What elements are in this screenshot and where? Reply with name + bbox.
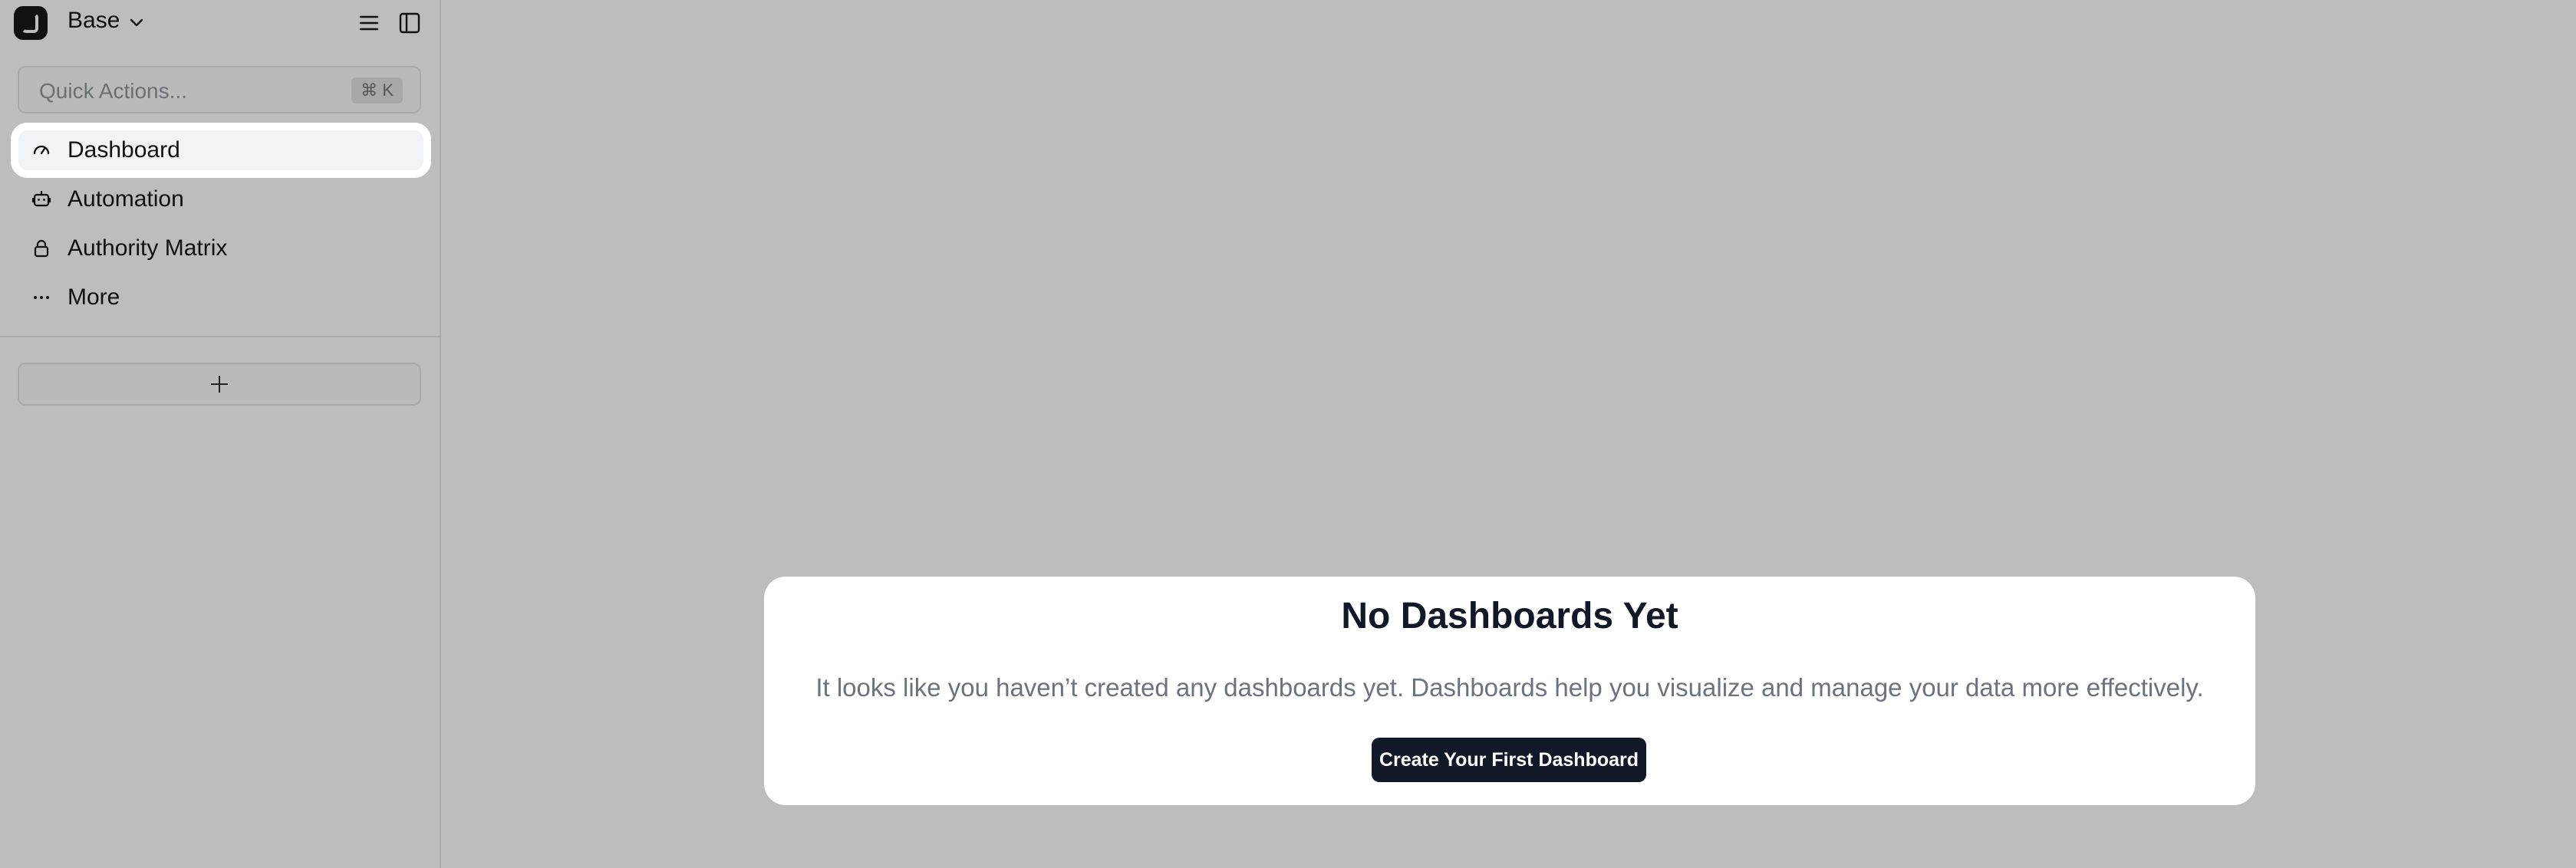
sidebar-toggle-icon[interactable] — [397, 11, 422, 35]
quick-actions-placeholder: Quick Actions... — [39, 79, 187, 103]
more-horizontal-icon — [34, 296, 49, 299]
sidebar-item-label: Authority Matrix — [68, 235, 228, 261]
sidebar-item-label: Automation — [68, 186, 184, 212]
lock-icon — [34, 239, 49, 258]
sidebar-divider — [0, 336, 440, 337]
sidebar-header: Base — [0, 0, 440, 46]
sidebar-item-label: More — [68, 284, 120, 310]
empty-state-description: It looks like you haven’t created any da… — [815, 673, 2204, 702]
list-icon[interactable] — [357, 12, 380, 34]
chevron-down-icon[interactable] — [127, 14, 146, 32]
sidebar-item-label: Dashboard — [68, 137, 180, 163]
quick-actions-search[interactable]: Quick Actions... ⌘ K — [18, 66, 421, 113]
robot-icon — [31, 190, 51, 207]
empty-state-title: No Dashboards Yet — [1341, 596, 1678, 636]
sidebar-item-more[interactable]: More — [11, 270, 431, 325]
add-button[interactable] — [18, 363, 421, 406]
sidebar-item-authority-matrix[interactable]: Authority Matrix — [11, 221, 431, 276]
sidebar-item-automation[interactable]: Automation — [11, 172, 431, 227]
workspace-switcher-label[interactable]: Base — [68, 8, 120, 34]
sidebar: Base Quick Actions... ⌘ K Dashboard Auto… — [0, 0, 441, 868]
sidebar-item-dashboard[interactable]: Dashboard — [11, 123, 431, 178]
keyboard-shortcut-badge: ⌘ K — [351, 77, 403, 104]
gauge-icon — [33, 145, 50, 155]
empty-state-card: No Dashboards Yet It looks like you have… — [764, 577, 2255, 805]
app-logo — [14, 6, 48, 40]
plus-icon — [211, 376, 228, 393]
create-first-dashboard-button[interactable]: Create Your First Dashboard — [1372, 738, 1646, 782]
